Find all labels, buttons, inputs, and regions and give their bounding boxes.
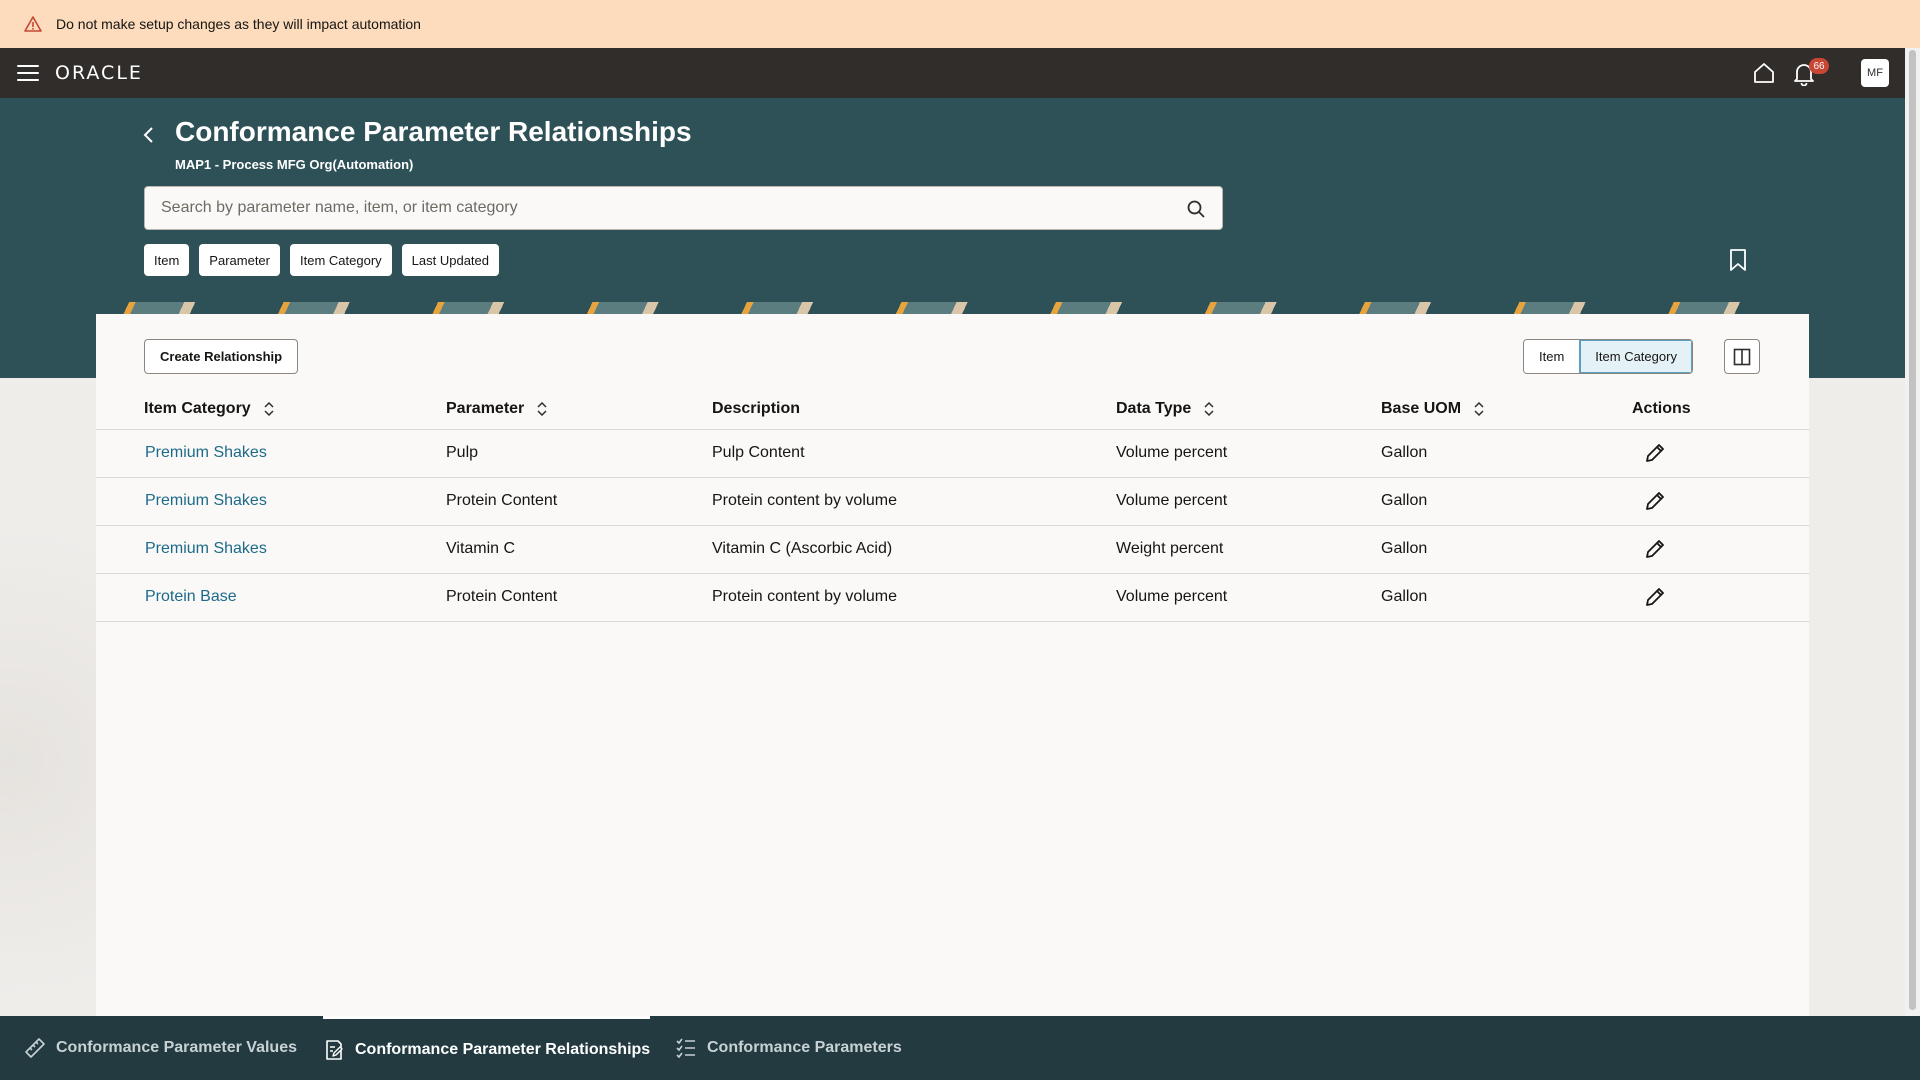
search-input[interactable]	[145, 188, 1145, 228]
column-header-label: Data Type	[1116, 400, 1192, 417]
page-title: Conformance Parameter Relationships	[175, 116, 692, 147]
column-header-label: Actions	[1632, 400, 1691, 417]
page-scrollbar[interactable]	[1905, 48, 1920, 1018]
sort-icon[interactable]	[1473, 402, 1485, 416]
table-row: Premium Shakes Vitamin C Vitamin C (Asco…	[96, 526, 1809, 574]
bookmark-icon[interactable]	[1728, 248, 1748, 272]
filter-chip-item[interactable]: Item	[144, 244, 190, 276]
description-cell: Protein content by volume	[712, 492, 897, 509]
column-header-label: Parameter	[446, 400, 525, 417]
document-edit-icon	[326, 1039, 343, 1060]
view-toggle: Item Item Category	[1523, 339, 1693, 374]
column-header-label: Item Category	[144, 400, 251, 417]
column-header-base-uom: Base UOM	[1381, 400, 1485, 418]
nav-label: Conformance Parameter Relationships	[355, 1040, 651, 1058]
base-uom-cell: Gallon	[1381, 540, 1428, 557]
parameter-cell: Protein Content	[446, 492, 558, 509]
column-header-label: Description	[712, 400, 801, 417]
view-option-item-category[interactable]: Item Category	[1579, 340, 1692, 373]
column-settings-button[interactable]	[1724, 339, 1760, 374]
home-icon[interactable]	[1753, 62, 1775, 84]
user-avatar[interactable]: MF	[1861, 59, 1889, 87]
search-icon[interactable]	[1186, 199, 1206, 219]
table-row: Premium Shakes Protein Content Protein c…	[96, 478, 1809, 526]
data-type-cell: Weight percent	[1116, 540, 1224, 557]
bottom-navigation: Conformance Parameter Values Conformance…	[0, 1016, 1920, 1080]
warning-icon	[24, 15, 42, 33]
filter-chip-item-category[interactable]: Item Category	[290, 244, 392, 276]
edit-icon[interactable]	[1644, 490, 1666, 512]
sort-icon[interactable]	[536, 402, 548, 416]
parameter-cell: Vitamin C	[446, 540, 516, 557]
notification-count-badge: 66	[1809, 58, 1829, 74]
nav-label: Conformance Parameter Values	[56, 1039, 297, 1056]
global-header: ORACLE 66 MF	[0, 48, 1905, 98]
sort-icon[interactable]	[263, 402, 275, 416]
column-header-description: Description	[712, 400, 800, 418]
description-cell: Pulp Content	[712, 444, 805, 461]
column-header-label: Base UOM	[1381, 400, 1462, 417]
back-button[interactable]	[138, 124, 160, 146]
filter-chips: Item Parameter Item Category Last Update…	[144, 244, 499, 276]
data-type-cell: Volume percent	[1116, 588, 1228, 605]
column-header-item-category: Item Category	[144, 400, 275, 418]
search-field	[144, 186, 1223, 230]
checklist-icon	[676, 1038, 695, 1059]
oracle-logo[interactable]: ORACLE	[55, 62, 143, 84]
parameter-cell: Protein Content	[446, 588, 558, 605]
nav-conformance-parameter-values[interactable]: Conformance Parameter Values	[24, 1016, 297, 1080]
warning-text: Do not make setup changes as they will i…	[56, 16, 421, 32]
data-type-cell: Volume percent	[1116, 492, 1228, 509]
item-category-link[interactable]: Protein Base	[145, 588, 237, 606]
sort-icon[interactable]	[1203, 402, 1215, 416]
column-header-actions: Actions	[1632, 400, 1691, 418]
edit-icon[interactable]	[1644, 442, 1666, 464]
view-option-item[interactable]: Item	[1524, 340, 1580, 373]
base-uom-cell: Gallon	[1381, 588, 1428, 605]
table-row: Protein Base Protein Content Protein con…	[96, 574, 1809, 622]
edit-icon[interactable]	[1644, 586, 1666, 608]
ruler-icon	[25, 1038, 45, 1058]
edit-icon[interactable]	[1644, 538, 1666, 560]
filter-chip-last-updated[interactable]: Last Updated	[401, 244, 499, 276]
page-subtitle: MAP1 - Process MFG Org(Automation)	[175, 157, 414, 172]
background-texture	[0, 378, 96, 1018]
results-panel: Create Relationship Item Item Category I…	[96, 314, 1809, 1018]
column-header-data-type: Data Type	[1116, 400, 1215, 418]
nav-conformance-parameters[interactable]: Conformance Parameters	[675, 1016, 902, 1080]
base-uom-cell: Gallon	[1381, 444, 1428, 461]
create-relationship-button[interactable]: Create Relationship	[144, 339, 299, 374]
hamburger-menu-icon[interactable]	[17, 65, 39, 81]
parameter-cell: Pulp	[446, 444, 479, 461]
table-header: Item Category Parameter Description Data…	[96, 390, 1809, 430]
warning-banner: Do not make setup changes as they will i…	[0, 0, 1920, 48]
nav-conformance-parameter-relationships[interactable]: Conformance Parameter Relationships	[323, 1016, 651, 1080]
data-type-cell: Volume percent	[1116, 444, 1228, 461]
columns-icon	[1733, 348, 1751, 365]
decorative-strip	[96, 302, 1809, 314]
item-category-link[interactable]: Premium Shakes	[145, 540, 267, 558]
scrollbar-thumb[interactable]	[1909, 50, 1916, 1010]
description-cell: Vitamin C (Ascorbic Acid)	[712, 540, 893, 557]
notifications-button[interactable]: 66	[1793, 58, 1829, 86]
item-category-link[interactable]: Premium Shakes	[145, 492, 267, 510]
chevron-left-icon	[143, 127, 153, 143]
column-header-parameter: Parameter	[446, 400, 548, 418]
nav-label: Conformance Parameters	[707, 1039, 902, 1056]
description-cell: Protein content by volume	[712, 588, 897, 605]
table-row: Premium Shakes Pulp Pulp Content Volume …	[96, 430, 1809, 478]
item-category-link[interactable]: Premium Shakes	[145, 444, 267, 462]
base-uom-cell: Gallon	[1381, 492, 1428, 509]
filter-chip-parameter[interactable]: Parameter	[199, 244, 280, 276]
